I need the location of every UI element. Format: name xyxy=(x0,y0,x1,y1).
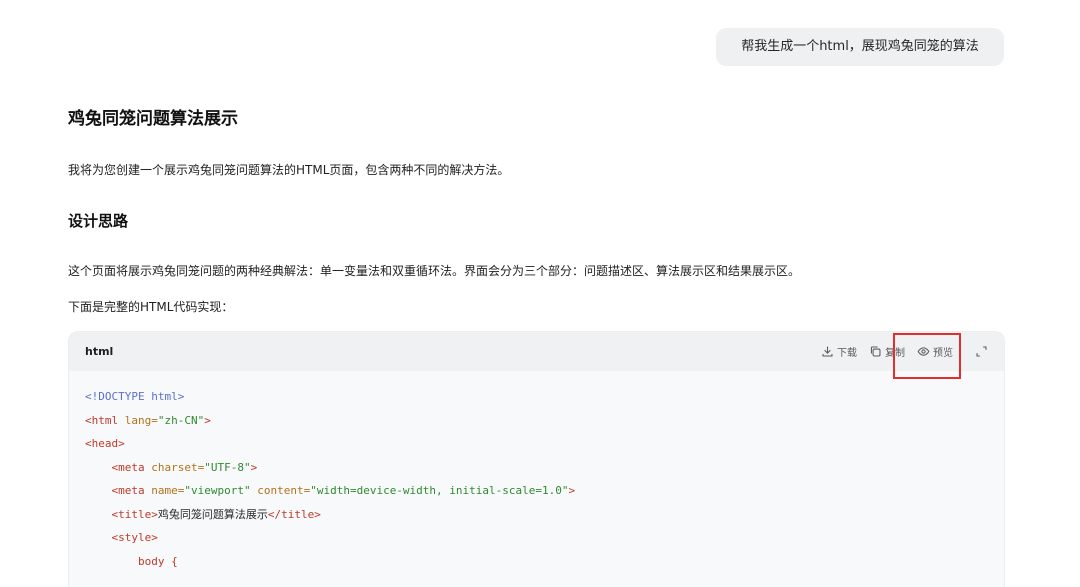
code-intro-text: 下面是完整的HTML代码实现： xyxy=(68,300,234,314)
expand-button[interactable] xyxy=(975,345,988,358)
code-header: html 下载 复制 预览 xyxy=(69,332,1004,371)
copy-icon xyxy=(870,346,881,357)
code-actions: 下载 复制 预览 xyxy=(809,332,988,371)
copy-label: 复制 xyxy=(885,348,905,359)
code-line: <meta name="viewport" content="width=dev… xyxy=(111,484,576,497)
code-content: <!DOCTYPE html> <html lang="zh-CN"> <head>… xyxy=(69,371,1004,573)
code-language-label: html xyxy=(85,345,114,358)
preview-button[interactable]: 预览 xyxy=(917,344,953,359)
response-intro: 我将为您创建一个展示鸡兔同笼问题算法的HTML页面，包含两种不同的解决方法。 xyxy=(68,163,510,177)
download-icon xyxy=(822,346,833,357)
code-block: html 下载 复制 预览 <!DOCTYPE html> <html lang… xyxy=(68,331,1005,587)
eye-icon xyxy=(917,347,930,356)
user-message-bubble: 帮我生成一个html，展现鸡兔同笼的算法 xyxy=(716,28,1004,66)
code-line: <head> xyxy=(85,437,125,450)
code-line: <html lang="zh-CN"> xyxy=(85,413,211,427)
download-button[interactable]: 下载 xyxy=(821,344,857,359)
preview-label: 预览 xyxy=(933,348,953,359)
code-line: <style> xyxy=(111,531,158,544)
response-title: 鸡兔同笼问题算法展示 xyxy=(68,109,238,129)
code-line: <!DOCTYPE html> xyxy=(85,390,185,403)
design-text: 这个页面将展示鸡兔同笼问题的两种经典解法：单一变量法和双重循环法。界面会分为三个… xyxy=(68,264,801,278)
code-line: <title>鸡兔同笼问题算法展示</title> xyxy=(111,507,321,521)
copy-button[interactable]: 复制 xyxy=(869,344,905,359)
download-label: 下载 xyxy=(837,348,857,359)
expand-icon xyxy=(976,346,987,357)
section-title: 设计思路 xyxy=(68,212,129,230)
code-line: <meta charset="UTF-8"> xyxy=(111,460,258,474)
code-line: body { xyxy=(137,554,178,568)
